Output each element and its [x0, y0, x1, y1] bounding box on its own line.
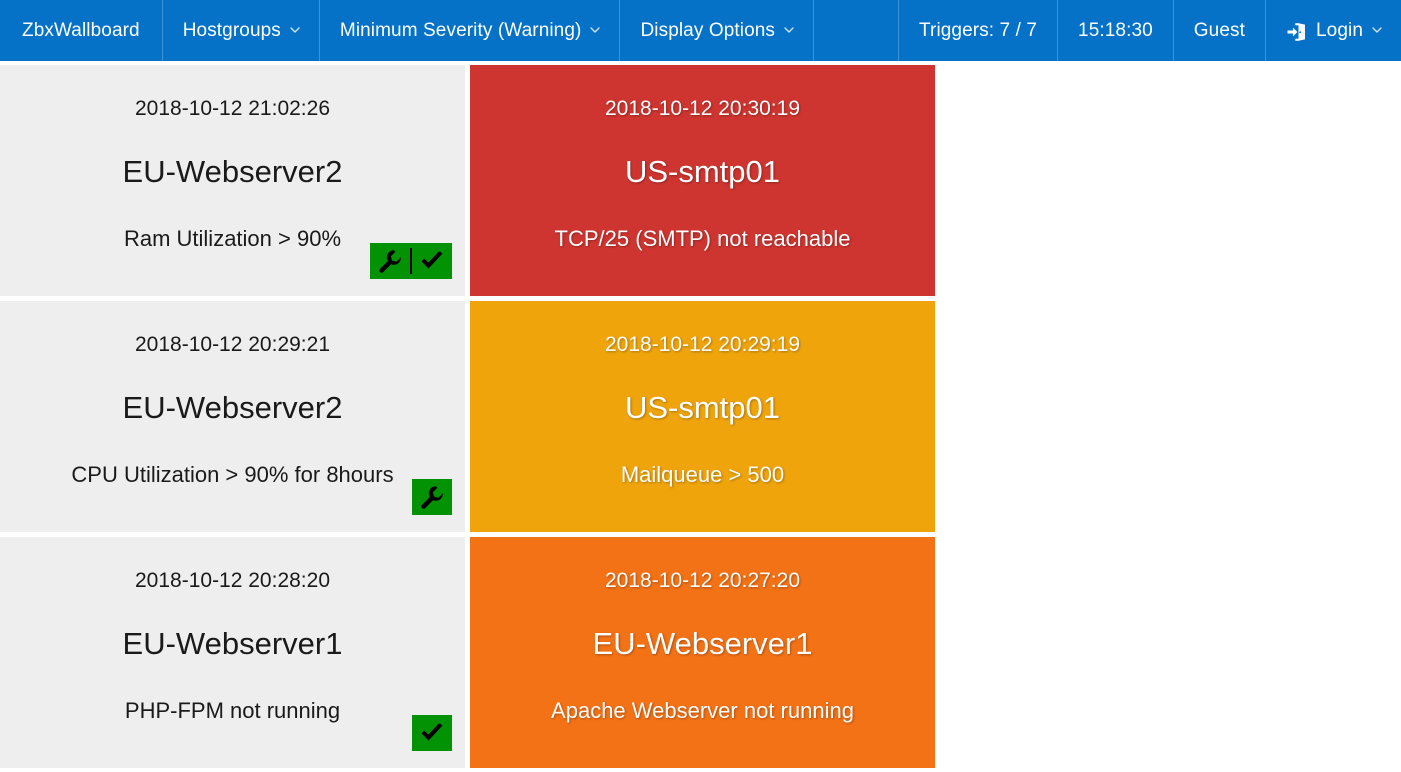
trigger-count: Triggers: 7 / 7 — [899, 0, 1059, 61]
check-icon[interactable] — [419, 720, 445, 746]
tile-description: TCP/25 (SMTP) not reachable — [554, 226, 851, 251]
tile-timestamp: 2018-10-12 20:27:20 — [605, 569, 800, 592]
tile-action-badge[interactable] — [412, 479, 452, 515]
tile-hostname: EU-Webserver1 — [122, 626, 343, 661]
check-icon[interactable] — [419, 248, 445, 274]
tile-hostname: EU-Webserver1 — [592, 626, 813, 661]
app-brand-label: ZbxWallboard — [22, 20, 140, 41]
trigger-tile[interactable]: 2018-10-12 20:27:20 EU-Webserver1 Apache… — [470, 537, 935, 768]
tile-description: Apache Webserver not running — [551, 698, 854, 723]
wrench-icon[interactable] — [419, 484, 445, 510]
tile-timestamp: 2018-10-12 21:02:26 — [135, 97, 330, 120]
trigger-tile[interactable]: 2018-10-12 20:28:20 EU-Webserver1 PHP-FP… — [0, 537, 465, 768]
chevron-down-icon — [290, 25, 300, 34]
top-navbar: ZbxWallboard Hostgroups Minimum Severity… — [0, 0, 1401, 61]
trigger-tile[interactable]: 2018-10-12 20:29:21 EU-Webserver2 CPU Ut… — [0, 301, 465, 532]
tile-timestamp: 2018-10-12 20:29:19 — [605, 333, 800, 356]
nav-menu-hostgroups-label: Hostgroups — [182, 20, 281, 41]
current-user-label: Guest — [1193, 20, 1245, 41]
badge-separator — [410, 248, 412, 274]
nav-menu-display-options[interactable]: Display Options — [620, 0, 815, 61]
trigger-tile[interactable]: 2018-10-12 21:02:26 EU-Webserver2 Ram Ut… — [0, 65, 465, 296]
trigger-tile[interactable]: 2018-10-12 20:30:19 US-smtp01 TCP/25 (SM… — [470, 65, 935, 296]
navbar-spacer — [814, 0, 900, 61]
current-user: Guest — [1174, 0, 1266, 61]
tile-hostname: EU-Webserver2 — [122, 390, 343, 425]
nav-menu-hostgroups[interactable]: Hostgroups — [163, 0, 320, 61]
tile-action-badge[interactable] — [412, 715, 452, 751]
tile-hostname: US-smtp01 — [624, 154, 781, 189]
chevron-down-icon — [590, 25, 601, 34]
tile-hostname: EU-Webserver2 — [122, 154, 343, 189]
tile-timestamp: 2018-10-12 20:29:21 — [135, 333, 330, 356]
tile-timestamp: 2018-10-12 20:30:19 — [605, 97, 800, 120]
trigger-tile-grid: 2018-10-12 21:02:26 EU-Webserver2 Ram Ut… — [0, 61, 1401, 772]
tile-description: Mailqueue > 500 — [620, 462, 785, 487]
tile-hostname: US-smtp01 — [624, 390, 781, 425]
trigger-count-label: Triggers: 7 / 7 — [919, 20, 1038, 41]
clock: 15:18:30 — [1058, 0, 1174, 61]
tile-description: CPU Utilization > 90% for 8hours — [71, 462, 394, 487]
sign-in-icon — [1286, 21, 1308, 43]
chevron-down-icon — [1372, 25, 1382, 34]
chevron-down-icon — [784, 25, 794, 34]
nav-menu-display-options-label: Display Options — [640, 20, 776, 41]
tile-timestamp: 2018-10-12 20:28:20 — [135, 569, 330, 592]
nav-menu-minimum-severity[interactable]: Minimum Severity (Warning) — [320, 0, 621, 61]
wrench-icon[interactable] — [377, 248, 403, 274]
login-label: Login — [1316, 20, 1363, 41]
tile-description: Ram Utilization > 90% — [123, 226, 342, 251]
nav-menu-minimum-severity-label: Minimum Severity (Warning) — [339, 20, 582, 41]
login-button[interactable]: Login — [1266, 0, 1401, 61]
trigger-tile[interactable]: 2018-10-12 20:29:19 US-smtp01 Mailqueue … — [470, 301, 935, 532]
tile-description: PHP-FPM not running — [124, 698, 341, 723]
clock-label: 15:18:30 — [1078, 20, 1153, 41]
app-brand[interactable]: ZbxWallboard — [0, 0, 163, 61]
tile-action-badge[interactable] — [370, 243, 452, 279]
